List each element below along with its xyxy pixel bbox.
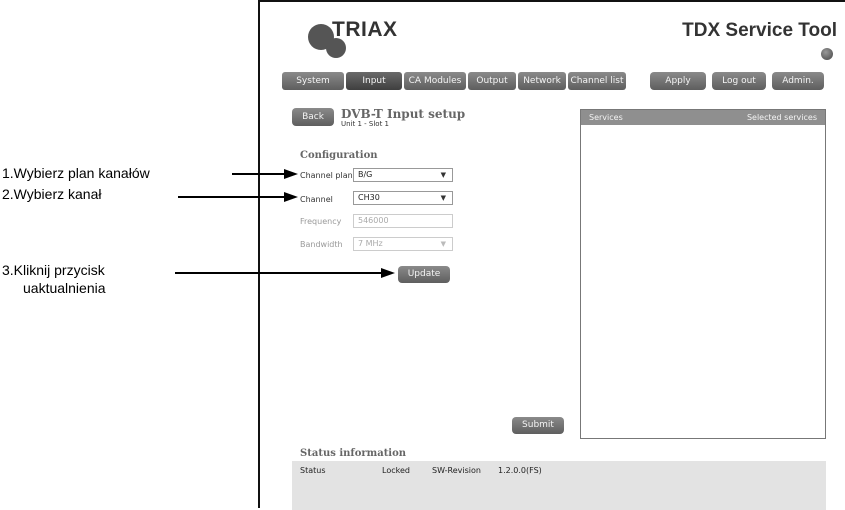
channel-plan-value: B/G — [358, 170, 373, 179]
tab-ca-modules[interactable]: CA Modules — [404, 72, 466, 90]
header: TRIAX TDX Service Tool — [260, 2, 845, 70]
admin-button[interactable]: Admin. — [772, 72, 824, 90]
bandwidth-value: 7 MHz — [358, 239, 383, 248]
tab-channel-list[interactable]: Channel list — [568, 72, 626, 90]
channel-plan-select[interactable]: B/G ▼ — [353, 168, 453, 182]
apply-button[interactable]: Apply — [650, 72, 706, 90]
arrow-line-step2 — [178, 196, 288, 198]
annotation-step2: 2.Wybierz kanał — [2, 186, 102, 202]
chevron-down-icon: ▼ — [440, 240, 446, 248]
tab-input[interactable]: Input — [346, 72, 402, 90]
arrow-line-step1 — [232, 173, 288, 175]
page-title: DVB-T Input setup — [341, 107, 466, 121]
back-button[interactable]: Back — [292, 108, 334, 126]
annotation-step1: 1.Wybierz plan kanałów — [2, 165, 150, 181]
arrow-right-icon — [284, 169, 298, 179]
channel-value: CH30 — [358, 193, 380, 202]
configuration-heading: Configuration — [300, 150, 378, 161]
status-led-icon — [821, 48, 833, 60]
app-title: TDX Service Tool — [682, 20, 837, 41]
frequency-value: 546000 — [358, 216, 389, 225]
annotation-step3-line1: 3.Kliknij przycisk — [2, 262, 105, 278]
channel-label: Channel — [300, 195, 333, 204]
sw-revision-label: SW-Revision — [432, 466, 481, 475]
services-panel-header: Services Selected services — [581, 110, 825, 125]
logout-button[interactable]: Log out — [712, 72, 766, 90]
status-value: Locked — [382, 466, 410, 475]
logo: TRIAX — [332, 18, 398, 41]
arrow-line-step3 — [175, 272, 385, 274]
services-header: Services — [589, 113, 623, 122]
tab-output[interactable]: Output — [468, 72, 516, 90]
submit-button[interactable]: Submit — [512, 417, 564, 434]
frequency-label: Frequency — [300, 217, 342, 226]
update-button[interactable]: Update — [398, 266, 450, 283]
arrow-right-icon — [381, 268, 395, 278]
status-heading: Status information — [300, 448, 407, 459]
page-subtitle: Unit 1 - Slot 1 — [341, 120, 389, 128]
main-nav: System Input CA Modules Output Network C… — [282, 72, 628, 90]
status-bar: Status Locked SW-Revision 1.2.0.0(FS) — [292, 461, 826, 510]
bandwidth-select[interactable]: 7 MHz ▼ — [353, 237, 453, 251]
status-label: Status — [300, 466, 326, 475]
frequency-input[interactable]: 546000 — [353, 214, 453, 228]
arrow-right-icon — [284, 192, 298, 202]
chevron-down-icon: ▼ — [440, 171, 446, 179]
annotation-step3-line2: uaktualnienia — [23, 280, 106, 296]
sw-revision-value: 1.2.0.0(FS) — [498, 466, 542, 475]
tab-network[interactable]: Network — [518, 72, 566, 90]
tab-system[interactable]: System — [282, 72, 344, 90]
services-panel[interactable]: Services Selected services — [580, 109, 826, 439]
bandwidth-label: Bandwidth — [300, 240, 343, 249]
chevron-down-icon: ▼ — [440, 194, 446, 202]
channel-select[interactable]: CH30 ▼ — [353, 191, 453, 205]
channel-plan-label: Channel plan — [300, 171, 353, 180]
app-window: TRIAX TDX Service Tool System Input CA M… — [258, 0, 845, 510]
selected-services-header: Selected services — [746, 113, 817, 122]
